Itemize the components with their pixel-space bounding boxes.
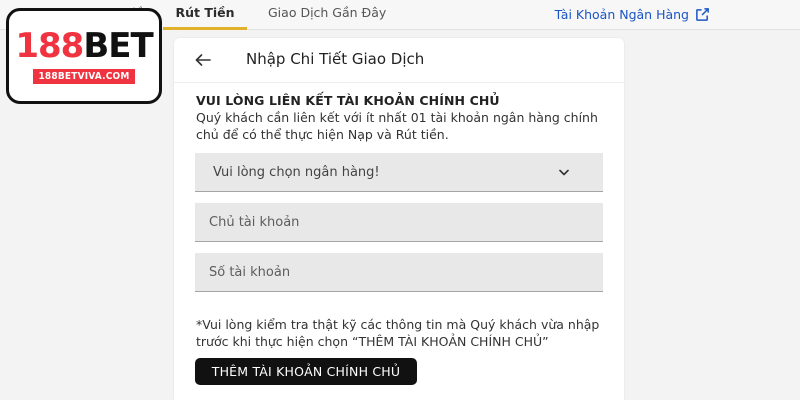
logo-number: 188 — [15, 25, 84, 66]
account-number-input[interactable] — [209, 253, 603, 291]
tab-withdraw[interactable]: Rút Tiền — [163, 0, 247, 30]
logo-text: BET — [83, 25, 153, 66]
back-button[interactable] — [192, 50, 214, 72]
card-header: Nhập Chi Tiết Giao Dịch — [174, 38, 624, 83]
account-owner-field-wrapper — [195, 203, 603, 242]
transaction-card: Nhập Chi Tiết Giao Dịch VUI LÒNG LIÊN KẾ… — [174, 38, 624, 400]
add-account-button[interactable]: THÊM TÀI KHOẢN CHÍNH CHỦ — [195, 358, 417, 385]
section-heading: VUI LÒNG LIÊN KẾT TÀI KHOẢN CHÍNH CHỦ — [196, 93, 500, 108]
logo-domain: 188BETVIVA.COM — [33, 68, 135, 84]
page-title: Nhập Chi Tiết Giao Dịch — [246, 50, 425, 68]
bank-select[interactable]: Vui lòng chọn ngân hàng! — [195, 153, 603, 192]
brand-logo: 188 BET 188BETVIVA.COM — [6, 8, 162, 104]
external-link-icon — [695, 7, 710, 22]
bank-account-link-label: Tài Khoản Ngân Hàng — [554, 6, 689, 22]
section-description: Quý khách cần liên kết với ít nhất 01 tà… — [196, 110, 598, 142]
tab-recent-transactions[interactable]: Giao Dịch Gần Đây — [268, 0, 386, 30]
account-owner-input[interactable] — [209, 203, 603, 241]
chevron-down-icon — [559, 165, 569, 180]
bank-account-link[interactable]: Tài Khoản Ngân Hàng — [555, 3, 710, 25]
logo-wordmark: 188 BET — [15, 25, 153, 66]
account-number-field-wrapper — [195, 253, 603, 292]
arrow-left-icon — [195, 52, 211, 71]
verification-note: *Vui lòng kiểm tra thật kỹ các thông tin… — [196, 317, 600, 349]
bank-select-value: Vui lòng chọn ngân hàng! — [213, 164, 380, 180]
